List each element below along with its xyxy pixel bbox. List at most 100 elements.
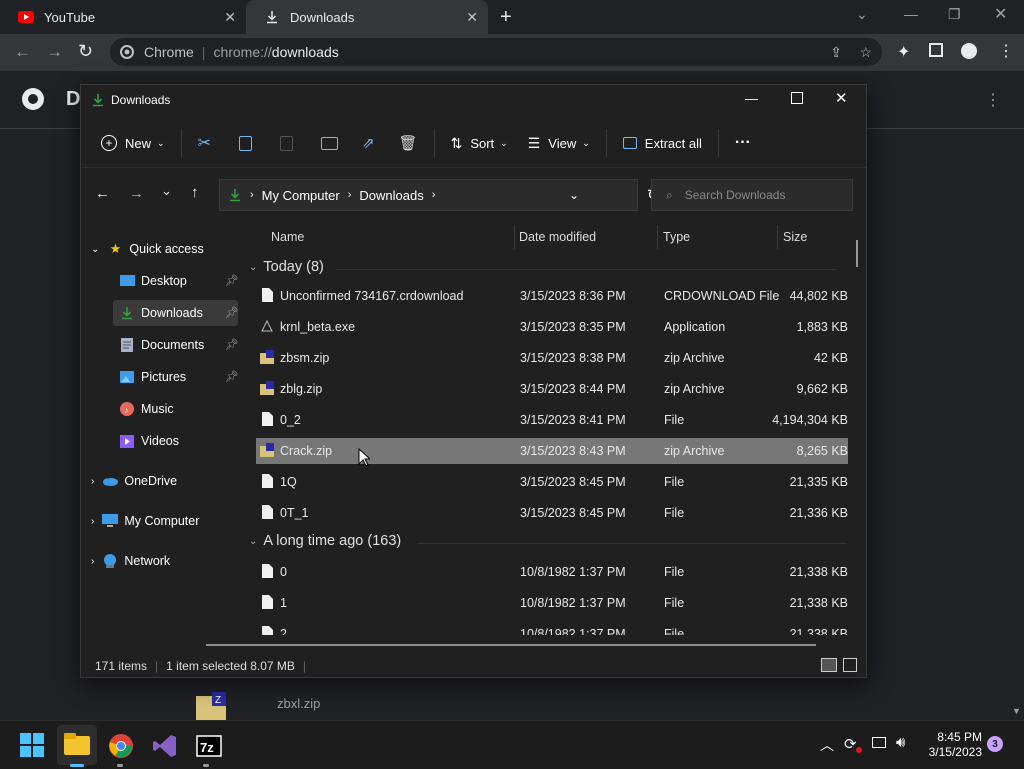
sidebar-item-music[interactable]: ♪ Music (119, 396, 174, 422)
back-icon[interactable]: ← (95, 185, 110, 202)
chrome-menu-icon[interactable]: ⋮ (998, 41, 1014, 61)
network-icon[interactable] (872, 737, 886, 748)
details-view-icon[interactable] (821, 658, 837, 672)
extract-all-button[interactable]: Extract all (613, 125, 712, 161)
rename-button[interactable] (311, 125, 348, 161)
site-label: Chrome (144, 44, 194, 60)
explorer-titlebar: Downloads — ✕ (81, 85, 866, 115)
table-row[interactable]: zbsm.zip 3/15/2023 8:38 PM zip Archive 4… (256, 345, 848, 371)
tiles-view-icon[interactable] (843, 658, 857, 672)
close-window-icon[interactable]: ✕ (835, 89, 848, 107)
table-row-selected[interactable]: Crack.zip 3/15/2023 8:43 PM zip Archive … (256, 438, 848, 464)
minimize-icon[interactable]: — (745, 91, 758, 106)
chevron-down-icon[interactable]: ⌄ (569, 188, 579, 202)
breadcrumb-item[interactable]: Downloads (359, 188, 423, 203)
table-row[interactable]: krnl_beta.exe 3/15/2023 8:35 PM Applicat… (256, 314, 848, 340)
column-header-type[interactable]: Type (663, 230, 690, 244)
sidebar-item-videos[interactable]: Videos (119, 428, 179, 454)
column-header-date[interactable]: Date modified (519, 230, 596, 244)
table-row[interactable]: 1 10/8/1982 1:37 PM File 21,338 KB (256, 590, 848, 616)
table-row[interactable]: 0 10/8/1982 1:37 PM File 21,338 KB (256, 559, 848, 585)
delete-button[interactable]: 🗑︎ (389, 125, 428, 161)
sidebar-item-quick-access[interactable]: ⌄ ★ Quick access (91, 236, 204, 262)
close-tab-icon[interactable]: ✕ (224, 9, 236, 26)
tab-search-icon[interactable]: ⌄ (856, 6, 868, 23)
sidebar-item-my-computer[interactable]: › My Computer (91, 508, 199, 534)
table-row[interactable]: 1Q 3/15/2023 8:45 PM File 21,335 KB (256, 469, 848, 495)
page-scroll-down-icon[interactable]: ▼ (1012, 706, 1021, 716)
chevron-up-icon[interactable]: ︿ (820, 735, 834, 755)
search-box[interactable]: ⌕ Search Downloads (651, 179, 853, 211)
new-tab-button[interactable]: + (500, 6, 512, 29)
chrome-icon[interactable] (108, 733, 134, 759)
file-date: 10/8/1982 1:37 PM (520, 565, 626, 579)
column-header-size[interactable]: Size (783, 230, 807, 244)
notification-badge[interactable]: 3 (987, 736, 1003, 752)
reload-icon[interactable]: ↻ (78, 41, 93, 62)
close-window-icon[interactable]: ✕ (994, 4, 1007, 24)
up-icon[interactable]: ↑ (191, 184, 199, 201)
close-tab-icon[interactable]: ✕ (466, 9, 478, 26)
maximize-icon[interactable] (791, 92, 803, 104)
file-type: File (664, 413, 685, 427)
system-clock[interactable]: 8:45 PM 3/15/2023 (918, 730, 982, 760)
sidebar-item-documents[interactable]: Documents (119, 332, 204, 358)
file-name: 0_2 (280, 413, 301, 427)
share-button[interactable]: ⇗ (352, 125, 385, 161)
new-button[interactable]: + New ⌄ (91, 125, 175, 161)
table-row[interactable]: 2 10/8/1982 1:37 PM File 21,338 KB (256, 621, 848, 635)
minimize-icon[interactable]: — (904, 6, 918, 22)
copy-button[interactable] (229, 125, 262, 161)
view-button[interactable]: ☰ View ⌄ (518, 125, 600, 161)
taskbar: 7z ︿ ⟳ 🔊︎ (0, 720, 1024, 769)
windows-start-icon[interactable] (20, 733, 46, 759)
download-icon (228, 188, 242, 202)
paste-button[interactable] (270, 125, 303, 161)
sync-icon[interactable]: ⟳ (844, 735, 857, 753)
forward-icon[interactable]: → (46, 42, 63, 62)
tab-downloads[interactable]: Downloads ✕ (246, 0, 488, 34)
more-options-button[interactable]: ··· (725, 125, 761, 161)
chevron-right-icon: › (250, 189, 254, 201)
profile-avatar-icon[interactable] (961, 43, 977, 59)
extensions-icon[interactable]: ✦ (897, 42, 910, 62)
file-icon (262, 288, 273, 302)
table-row[interactable]: 0T_1 3/15/2023 8:45 PM File 21,336 KB (256, 500, 848, 526)
cut-button[interactable]: ✂ (188, 125, 221, 161)
side-panel-icon[interactable] (929, 43, 943, 57)
sidebar-item-downloads[interactable]: Downloads (119, 300, 203, 326)
restore-icon[interactable]: ❐ (948, 6, 961, 23)
sidebar-item-network[interactable]: › Network (91, 548, 170, 574)
file-type: File (664, 627, 685, 635)
horizontal-scrollbar[interactable] (206, 644, 816, 646)
7zip-icon[interactable]: 7z (196, 733, 222, 759)
table-row[interactable]: 0_2 3/15/2023 8:41 PM File 4,194,304 KB (256, 407, 848, 433)
group-header-long-ago[interactable]: ⌄ A long time ago (163) (249, 533, 401, 549)
table-row[interactable]: Unconfirmed 734167.crdownload 3/15/2023 … (256, 283, 848, 309)
sidebar-item-onedrive[interactable]: › OneDrive (91, 468, 177, 494)
recent-locations-icon[interactable]: ⌄ (161, 183, 172, 199)
forward-icon[interactable]: → (129, 185, 144, 202)
sidebar-item-desktop[interactable]: Desktop (119, 268, 187, 294)
group-header-today[interactable]: ⌄ Today (8) (249, 259, 324, 275)
sidebar-item-pictures[interactable]: Pictures (119, 364, 186, 390)
breadcrumb-item[interactable]: My Computer (262, 188, 340, 203)
column-header-name[interactable]: Name (271, 230, 304, 244)
download-item-name[interactable]: zbxl.zip (277, 696, 320, 711)
volume-icon[interactable]: 🔊︎ (896, 734, 905, 751)
page-menu-icon[interactable]: ⋮ (985, 90, 1001, 110)
visual-studio-icon[interactable] (152, 733, 178, 759)
address-bar[interactable]: › My Computer › Downloads › ⌄ ↻ (219, 179, 660, 211)
share-icon[interactable]: ⇪ (830, 44, 842, 61)
tab-youtube[interactable]: YouTube ✕ (0, 0, 246, 34)
table-row[interactable]: zblg.zip 3/15/2023 8:44 PM zip Archive 9… (256, 376, 848, 402)
file-explorer-icon[interactable] (64, 733, 90, 759)
omnibox[interactable]: Chrome | chrome:// downloads ⇪ ☆ (110, 38, 882, 66)
vertical-scrollbar[interactable] (856, 240, 858, 267)
file-icon (262, 505, 273, 519)
sort-button[interactable]: ⇅ Sort ⌄ (441, 125, 518, 161)
file-name: krnl_beta.exe (280, 320, 356, 334)
bookmark-star-icon[interactable]: ☆ (859, 44, 872, 61)
back-icon[interactable]: ← (14, 42, 31, 62)
download-icon (91, 93, 107, 107)
